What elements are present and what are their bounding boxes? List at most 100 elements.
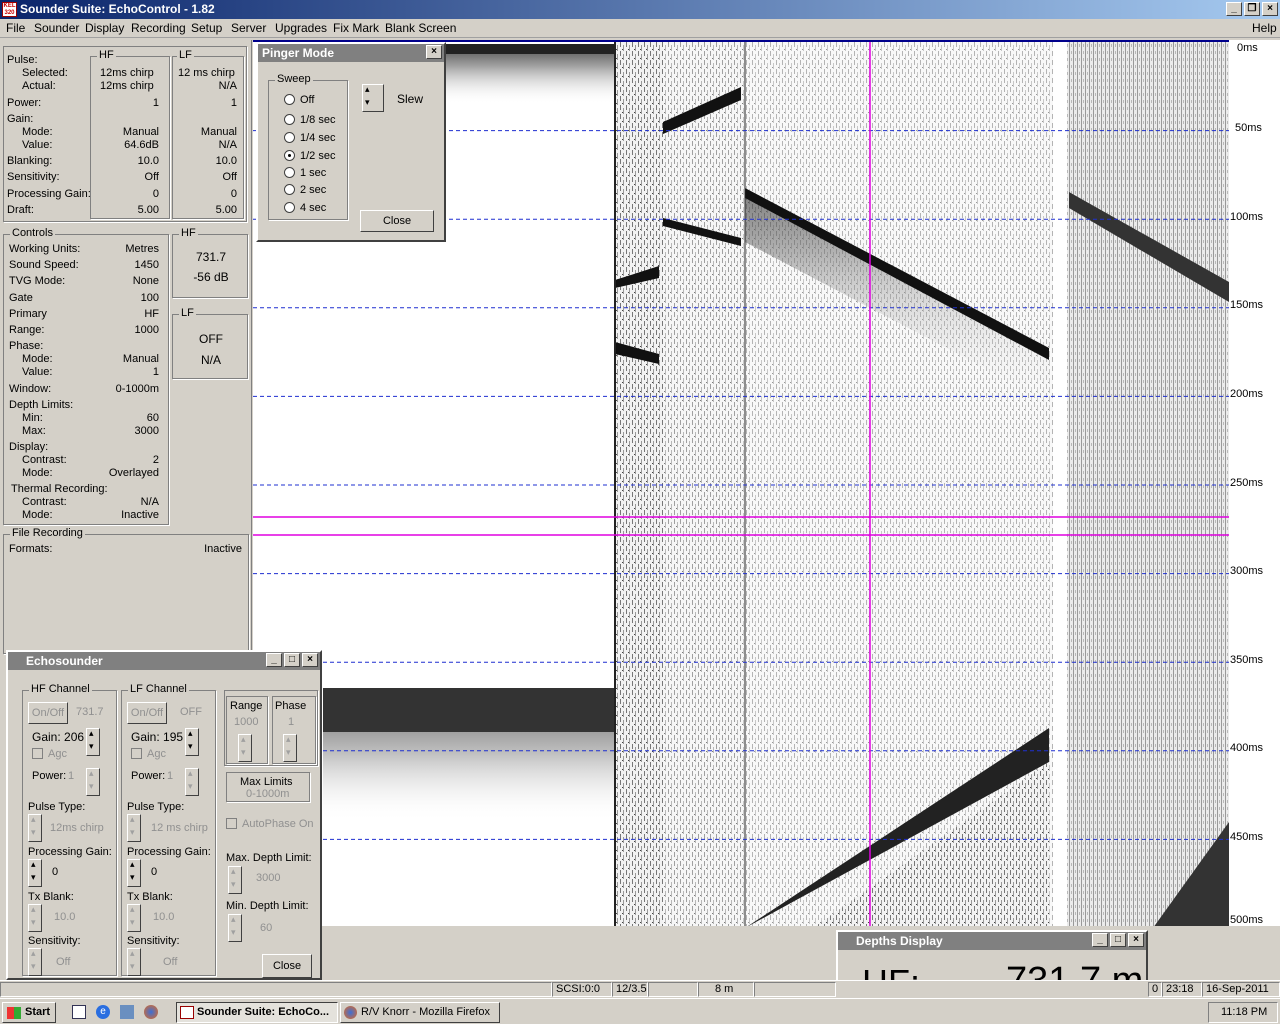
sound-speed: 1450 [134, 259, 159, 271]
lf-draft: 5.00 [215, 204, 237, 216]
primary-label: Primary [9, 308, 47, 320]
lf-sensitivity-spinner[interactable] [127, 948, 141, 976]
lf-agc-checkbox[interactable] [131, 748, 142, 759]
pinger-close-x-button[interactable]: × [426, 45, 442, 59]
depths-display-title: Depths Display [856, 934, 943, 948]
phase-spinner[interactable] [283, 734, 297, 762]
max-depth: 3000 [134, 425, 159, 437]
range-spinner[interactable] [238, 734, 252, 762]
sweep-radio-4[interactable] [284, 202, 295, 213]
task-firefox[interactable]: R/V Knorr - Mozilla Firefox [340, 1002, 500, 1023]
hf-tx-blank-label: Tx Blank: [28, 891, 74, 903]
lf-readout-box: LF OFF N/A [172, 307, 248, 379]
outlook-icon[interactable] [120, 1005, 134, 1019]
thermal-mode: Inactive [121, 509, 159, 521]
menu-recording[interactable]: Recording [131, 21, 186, 35]
gain-value-label: Value: [22, 139, 53, 151]
sweep-title: Sweep [275, 73, 313, 85]
sweep-radio-2[interactable] [284, 184, 295, 195]
hf-db-readout: -56 dB [193, 270, 229, 284]
contrast-value: 2 [152, 454, 159, 466]
menu-upgrades[interactable]: Upgrades [275, 21, 327, 35]
menu-help[interactable]: Help [1252, 21, 1277, 35]
working-units-label: Working Units: [9, 243, 81, 255]
slew-label: Slew [397, 92, 424, 106]
hf-sensitivity-spinner[interactable] [28, 948, 42, 976]
echo-return [443, 54, 615, 104]
hf-pulse-spinner[interactable] [28, 814, 42, 842]
menu-blank-screen[interactable]: Blank Screen [385, 21, 456, 35]
menu-setup[interactable]: Setup [191, 21, 222, 35]
menu-display[interactable]: Display [85, 21, 124, 35]
menu-server[interactable]: Server [231, 21, 266, 35]
lf-gain-spinner[interactable] [185, 728, 199, 756]
gain-mode-label: Mode: [22, 126, 53, 138]
hf-proc-gain-value: 0 [52, 866, 59, 878]
sweep-radio-1[interactable] [284, 167, 295, 178]
sweep-radio-1-2[interactable] [284, 150, 295, 161]
hf-gain-label: Gain: 206 [32, 730, 85, 744]
gate-label: Gate [9, 292, 33, 304]
status-date: 16-Sep-2011 [1202, 982, 1280, 997]
show-desktop-icon[interactable] [72, 1005, 86, 1019]
file-recording-title: File Recording [10, 527, 85, 539]
hf-onoff-button[interactable]: On/Off [28, 702, 68, 724]
firefox-icon[interactable] [144, 1005, 158, 1019]
min-depth-spinner[interactable] [228, 914, 242, 942]
menu-file[interactable]: File [6, 21, 25, 35]
depths-maximize-button[interactable]: □ [1110, 933, 1126, 947]
minimize-button[interactable]: _ [1226, 2, 1242, 16]
hf-tx-blank-spinner[interactable] [28, 904, 42, 932]
restore-button[interactable]: ❐ [1244, 2, 1260, 16]
lf-tx-blank-spinner[interactable] [127, 904, 141, 932]
close-button[interactable]: × [1262, 2, 1278, 16]
range-label: Range: [9, 324, 45, 336]
echosounder-maximize-button[interactable]: □ [284, 653, 300, 667]
lf-power-value: 1 [167, 770, 174, 782]
internet-explorer-icon[interactable]: e [96, 1005, 110, 1019]
max-limits-label: Max Limits [240, 776, 293, 788]
start-button[interactable]: Start [2, 1002, 56, 1023]
app-title-bar[interactable]: KEL 320 Sounder Suite: EchoControl - 1.8… [0, 0, 1280, 19]
primary-value: HF [144, 308, 159, 320]
sweep-radio-1-8[interactable] [284, 114, 295, 125]
echosounder-minimize-button[interactable]: _ [266, 653, 282, 667]
sweep-option-label: Off [300, 94, 315, 106]
task-echocontrol[interactable]: Sounder Suite: EchoCo... [176, 1002, 338, 1023]
axis-tick-label: 350ms [1230, 654, 1264, 666]
phase-value: 1 [288, 716, 295, 728]
min-depth-value: 60 [260, 922, 273, 934]
lf-onoff-button[interactable]: On/Off [127, 702, 167, 724]
sweep-radio-off[interactable] [284, 94, 295, 105]
status-cell [754, 982, 836, 997]
axis-tick-label: 50ms [1235, 122, 1262, 134]
lf-gain-value: N/A [218, 139, 237, 151]
depths-close-x-button[interactable]: × [1128, 933, 1144, 947]
lf-proc-gain-label: Processing Gain: [127, 846, 211, 858]
hf-blanking: 10.0 [137, 155, 159, 167]
lf-power: 1 [230, 97, 237, 109]
autophase-checkbox[interactable] [226, 818, 237, 829]
hf-power-spinner[interactable] [86, 768, 100, 796]
depths-display-title-bar[interactable]: Depths Display _ □ × [838, 932, 1146, 950]
menu-sounder[interactable]: Sounder [34, 21, 79, 35]
sweep-radio-1-4[interactable] [284, 132, 295, 143]
min-depth: 60 [146, 412, 159, 424]
echosounder-close-x-button[interactable]: × [302, 653, 318, 667]
pinger-mode-title-bar[interactable]: Pinger Mode × [258, 44, 444, 62]
pinger-mode-dialog: Pinger Mode × Sweep Off 1/8 sec 1/4 sec … [256, 42, 446, 242]
lf-power-spinner[interactable] [185, 768, 199, 796]
slew-spinner[interactable] [362, 84, 384, 112]
depths-minimize-button[interactable]: _ [1092, 933, 1108, 947]
echosounder-title-bar[interactable]: Echosounder _ □ × [8, 652, 320, 670]
hf-gain-spinner[interactable] [86, 728, 100, 756]
hf-readout-box: HF 731.7 -56 dB [172, 227, 248, 298]
hf-proc-gain-spinner[interactable] [28, 859, 42, 887]
lf-pulse-spinner[interactable] [127, 814, 141, 842]
echosounder-close-button[interactable]: Close [262, 954, 312, 978]
lf-proc-gain-spinner[interactable] [127, 859, 141, 887]
max-depth-spinner[interactable] [228, 866, 242, 894]
hf-agc-checkbox[interactable] [32, 748, 43, 759]
menu-fix-mark[interactable]: Fix Mark [333, 21, 379, 35]
pinger-close-button[interactable]: Close [360, 210, 434, 232]
